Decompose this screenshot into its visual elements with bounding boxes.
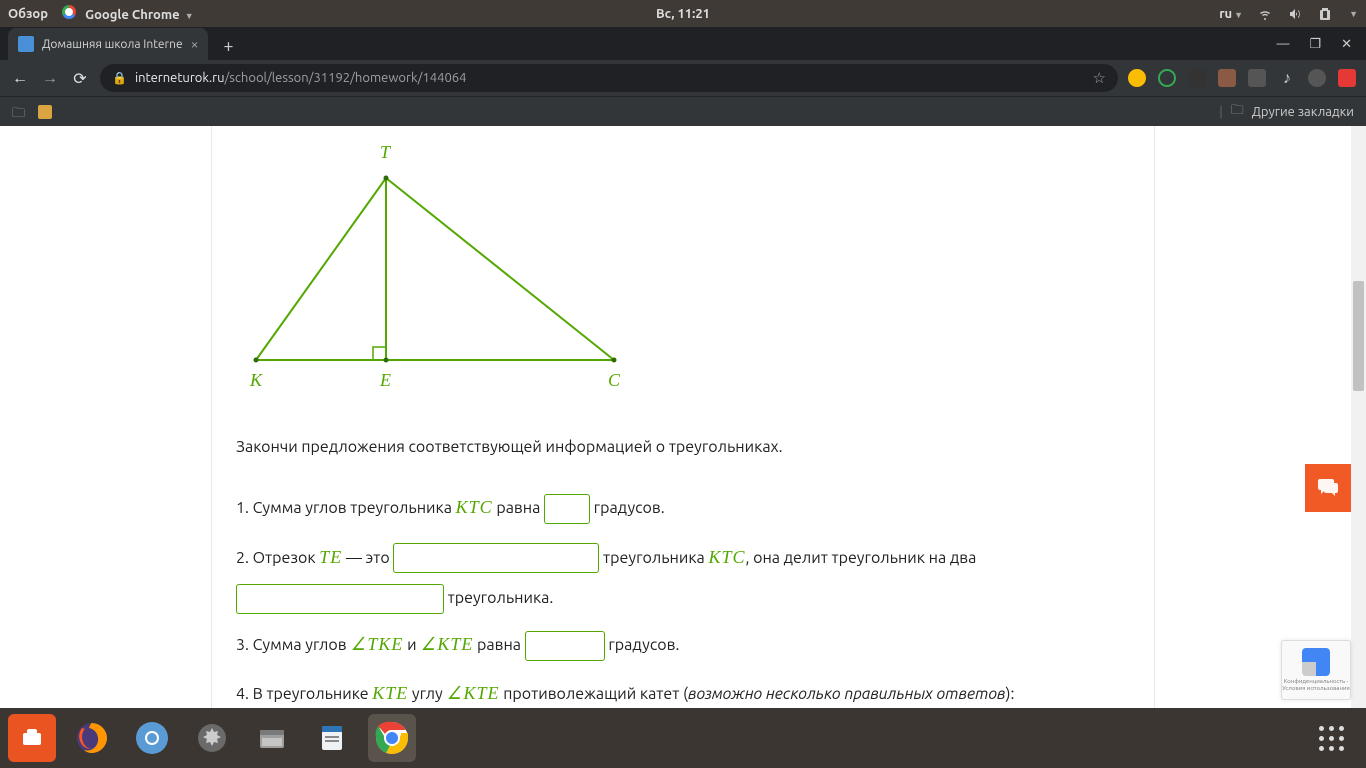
activities-button[interactable]: Обзор (8, 7, 48, 21)
dock-app-settings[interactable] (188, 714, 236, 762)
answer-input-3[interactable] (525, 631, 605, 661)
address-bar[interactable]: 🔒 interneturok.ru/school/lesson/31192/ho… (100, 64, 1118, 92)
tab-title: Домашняя школа Interne (42, 38, 183, 51)
system-top-bar: Обзор Google Chrome ▼ Вс, 11:21 ru▼ ▼ (0, 0, 1366, 27)
recaptcha-badge[interactable]: Конфиденциальность - Условия использован… (1281, 640, 1351, 700)
vertex-label-e: E (379, 370, 391, 390)
chevron-down-icon: ▼ (185, 11, 194, 21)
vertex-label-c: C (608, 370, 621, 390)
math-ktc: KTC (708, 547, 745, 567)
vertical-scrollbar[interactable] (1351, 126, 1366, 708)
window-minimize-button[interactable]: — (1276, 37, 1289, 52)
bookmark-item[interactable] (38, 105, 52, 119)
back-button[interactable]: ← (10, 68, 30, 88)
dock-app-writer[interactable] (308, 714, 356, 762)
answer-input-2b[interactable] (236, 584, 444, 614)
dock-app-files[interactable] (248, 714, 296, 762)
dock (0, 708, 1366, 768)
tab-close-button[interactable]: × (191, 36, 199, 52)
active-app-indicator[interactable]: Google Chrome ▼ (62, 5, 194, 22)
active-app-label: Google Chrome (85, 8, 180, 22)
clock[interactable]: Вс, 11:21 (656, 7, 710, 21)
feedback-tab[interactable] (1305, 464, 1351, 512)
question-3: 3. Сумма углов ∠TKE и ∠KTE равна градусо… (236, 623, 1130, 666)
power-icon[interactable] (1317, 6, 1333, 22)
lesson-content: T K E C Закончи предложения соответствую… (211, 126, 1155, 708)
extension-icons: ♪ (1128, 69, 1356, 87)
vertex-label-t: T (380, 142, 392, 162)
url-domain: interneturok.ru (135, 71, 225, 85)
show-applications-button[interactable] (1319, 726, 1344, 751)
recaptcha-terms: Условия использования (1282, 685, 1350, 692)
question-1: 1. Сумма углов треугольника KTC равна гр… (236, 486, 1130, 529)
math-kte: KTE (372, 683, 408, 703)
math-kte: KTE (464, 683, 500, 703)
question-note: возможно несколько правильных ответов (688, 685, 1005, 703)
lock-icon: 🔒 (112, 71, 127, 85)
volume-icon[interactable] (1287, 6, 1303, 22)
other-bookmarks-button[interactable]: Другие закладки (1252, 105, 1354, 119)
folder-icon: 🗀 (1231, 101, 1244, 123)
browser-toolbar: ← → ⟳ 🔒 interneturok.ru/school/lesson/31… (0, 60, 1366, 96)
task-prompt: Закончи предложения соответствующей инфо… (236, 436, 1130, 458)
triangle-diagram: T K E C (236, 136, 636, 396)
dock-app-firefox[interactable] (68, 714, 116, 762)
answer-input-1[interactable] (544, 494, 590, 524)
keyboard-layout-indicator[interactable]: ru▼ (1219, 7, 1243, 21)
math-ktc: KTC (456, 497, 493, 517)
window-restore-button[interactable]: ❐ (1309, 37, 1321, 52)
question-2: 2. Отрезок TE — это треугольника KTC, он… (236, 536, 1130, 618)
math-kte: KTE (437, 634, 473, 654)
page-viewport: T K E C Закончи предложения соответствую… (0, 126, 1366, 708)
extension-icon[interactable] (1158, 69, 1176, 87)
window-close-button[interactable]: ✕ (1341, 37, 1352, 52)
math-tke: TKE (367, 634, 403, 654)
chat-icon (1316, 477, 1340, 499)
reload-button[interactable]: ⟳ (70, 68, 90, 88)
bookmark-star-icon[interactable]: ☆ (1093, 69, 1106, 87)
bookmarks-bar: 🗀 | 🗀 Другие закладки (0, 96, 1366, 126)
recaptcha-icon (1302, 648, 1330, 676)
recaptcha-privacy: Конфиденциальность - (1284, 678, 1349, 685)
chrome-icon (62, 5, 76, 19)
forward-button[interactable]: → (40, 68, 60, 88)
dock-app-chromium[interactable] (128, 714, 176, 762)
vertex-label-k: K (249, 370, 263, 390)
dock-app-chrome[interactable] (368, 714, 416, 762)
extension-icon[interactable] (1188, 69, 1206, 87)
extension-icon[interactable] (1338, 69, 1356, 87)
new-tab-button[interactable]: + (214, 32, 242, 60)
wifi-icon[interactable] (1257, 6, 1273, 22)
url-path: /school/lesson/31192/homework/144064 (225, 71, 467, 85)
extensions-menu-icon[interactable] (1248, 69, 1266, 87)
profile-avatar[interactable] (1308, 69, 1326, 87)
math-te: TE (319, 547, 342, 567)
media-control-icon[interactable]: ♪ (1278, 69, 1296, 87)
answer-input-2a[interactable] (393, 543, 599, 573)
browser-tab-strip: Домашняя школа Interne × + — ❐ ✕ (0, 27, 1366, 60)
system-menu-chevron[interactable]: ▼ (1349, 9, 1358, 19)
extension-icon[interactable] (1218, 69, 1236, 87)
tab-favicon (18, 36, 34, 52)
scrollbar-thumb[interactable] (1353, 281, 1364, 391)
angle-icon: ∠ (421, 623, 436, 666)
dock-app-software[interactable] (8, 714, 56, 762)
bookmark-folder-icon[interactable]: 🗀 (12, 104, 28, 120)
angle-icon: ∠ (351, 623, 366, 666)
browser-tab[interactable]: Домашняя школа Interne × (8, 28, 208, 60)
extension-icon[interactable] (1128, 69, 1146, 87)
angle-icon: ∠ (447, 672, 462, 708)
question-4: 4. В треугольнике KTE углу ∠KTE противол… (236, 672, 1130, 708)
